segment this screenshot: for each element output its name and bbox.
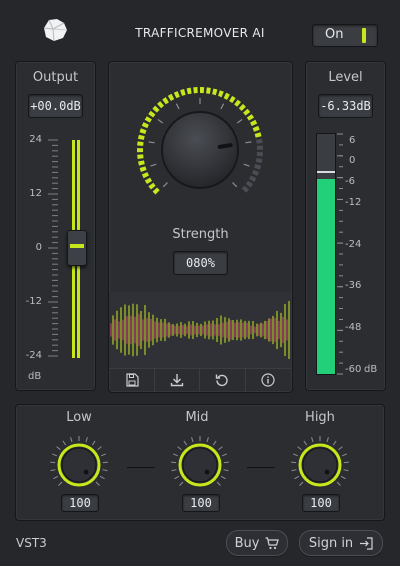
output-gain-readout[interactable]: +00.0dB: [28, 94, 83, 118]
plugin-format: VST3: [16, 536, 47, 550]
output-scale-12: 12: [29, 188, 42, 199]
strength-toolbar: [109, 368, 291, 391]
level-unit-label: dB: [364, 364, 378, 375]
output-fader-handle[interactable]: [67, 230, 87, 266]
power-toggle-label: On: [325, 27, 344, 42]
eq-high-value[interactable]: 100: [302, 494, 340, 512]
app-logo: [40, 16, 70, 44]
undo-icon[interactable]: [199, 369, 246, 391]
level-meter-ticks: [337, 133, 343, 375]
info-icon[interactable]: [245, 369, 291, 391]
level-scale-minus36: -36: [345, 280, 362, 291]
strength-label: Strength: [172, 227, 229, 242]
sign-in-button-label: Sign in: [308, 535, 354, 551]
level-label: Level: [328, 70, 363, 85]
level-meter: [316, 133, 336, 375]
level-meter-fill: [317, 178, 335, 374]
sign-in-icon: [360, 536, 373, 550]
cart-icon: [265, 536, 280, 549]
eq-mid-value[interactable]: 100: [182, 494, 220, 512]
level-scale-minus12: -12: [345, 197, 362, 208]
output-scale-24: 24: [29, 134, 42, 145]
output-scale-minus24: -24: [25, 350, 42, 361]
level-scale-minus60: -60: [345, 364, 362, 375]
level-readout: -6.33dB: [318, 94, 373, 118]
eq-connector: [127, 467, 155, 468]
eq-low-label: Low: [66, 410, 92, 425]
eq-low-knob[interactable]: [44, 431, 114, 495]
download-icon[interactable]: [154, 369, 200, 391]
app-title: TRAFFICREMOVER AI: [135, 26, 265, 40]
save-icon[interactable]: [109, 369, 155, 391]
level-scale-minus6: -6: [345, 176, 355, 187]
output-unit-label: dB: [28, 371, 42, 382]
sign-in-button[interactable]: Sign in: [299, 530, 383, 556]
eq-high-label: High: [305, 410, 335, 425]
level-meter-peak: [317, 170, 335, 173]
level-scale-6: 6: [349, 135, 356, 146]
output-scale-0: 0: [35, 242, 42, 253]
waveform-display: [109, 292, 291, 368]
level-scale-minus24: -24: [345, 239, 362, 250]
output-scale-minus12: -12: [25, 296, 42, 307]
strength-knob[interactable]: [134, 84, 266, 216]
level-scale-0: 0: [349, 155, 356, 166]
eq-connector: [247, 467, 275, 468]
eq-mid-label: Mid: [185, 410, 209, 425]
level-scale-minus48: -48: [345, 322, 362, 333]
eq-low-value[interactable]: 100: [61, 494, 99, 512]
eq-mid-knob[interactable]: [165, 431, 235, 495]
buy-button-label: Buy: [234, 535, 260, 551]
output-label: Output: [32, 70, 79, 85]
buy-button[interactable]: Buy: [226, 530, 288, 556]
strength-readout[interactable]: 080%: [173, 251, 228, 275]
eq-high-knob[interactable]: [285, 431, 355, 495]
power-led-icon: [362, 28, 366, 43]
power-toggle[interactable]: On: [312, 24, 378, 47]
